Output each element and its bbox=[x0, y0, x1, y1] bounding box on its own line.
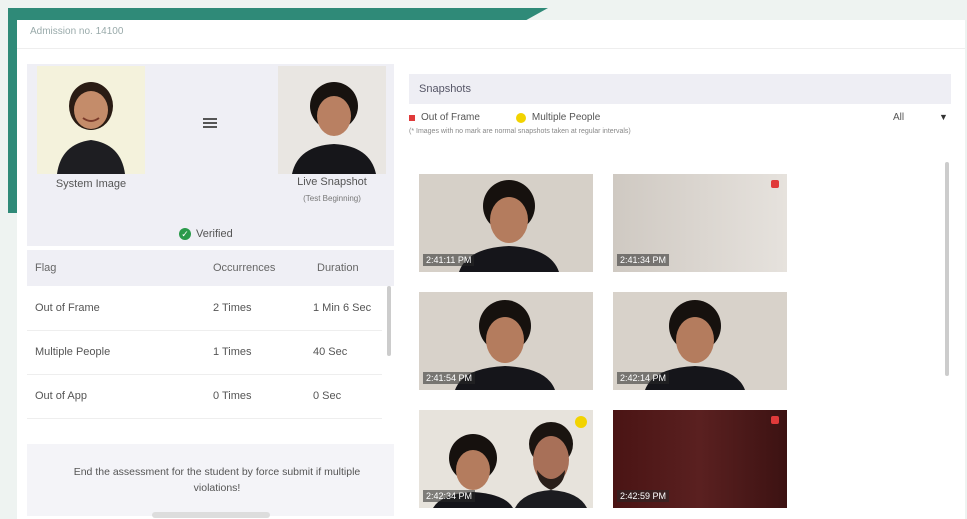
table-row: Out of App 0 Times 0 Sec bbox=[27, 376, 382, 419]
flag-duration: 1 Min 6 Sec bbox=[313, 302, 372, 314]
admission-number: Admission no. 14100 bbox=[30, 26, 124, 37]
flag-name: Out of App bbox=[35, 390, 87, 402]
legend-multiple-people: Multiple People bbox=[531, 112, 601, 123]
legend-out-of-frame: Out of Frame bbox=[421, 112, 480, 123]
snapshot-time: 2:41:54 PM bbox=[423, 372, 476, 384]
snapshots-column: Snapshots Out of Frame Multiple People (… bbox=[409, 72, 954, 516]
flag-name: Multiple People bbox=[35, 346, 111, 358]
snapshot-thumbnail[interactable]: 2:42:14 PM bbox=[613, 292, 787, 390]
flag-occurrences: 2 Times bbox=[213, 302, 252, 314]
snapshot-time: 2:41:11 PM bbox=[423, 254, 475, 266]
snapshots-header: Snapshots bbox=[409, 74, 951, 104]
system-image-label: System Image bbox=[55, 178, 127, 190]
flag-occurrences: 0 Times bbox=[213, 390, 252, 402]
decorative-teal-side bbox=[8, 8, 17, 213]
red-square-icon bbox=[409, 114, 415, 121]
flag-occurrences: 1 Times bbox=[213, 346, 252, 358]
live-snapshot bbox=[278, 66, 386, 174]
snapshot-time: 2:42:59 PM bbox=[617, 490, 670, 502]
live-snapshot-label: Live Snapshot bbox=[297, 176, 367, 188]
snapshots-legend: Out of Frame Multiple People bbox=[409, 112, 600, 123]
verified-label: Verified bbox=[196, 228, 233, 240]
live-snapshot-sublabel: (Test Beginning) bbox=[303, 194, 361, 203]
flag-name: Out of Frame bbox=[35, 302, 100, 314]
snapshot-thumbnail[interactable]: 2:42:34 PM bbox=[419, 410, 593, 508]
snapshot-time: 2:41:34 PM bbox=[617, 254, 670, 266]
menu-icon[interactable] bbox=[203, 116, 217, 130]
snapshots-note: (* Images with no mark are normal snapsh… bbox=[409, 128, 631, 135]
girl-photo bbox=[37, 66, 145, 174]
snapshot-filter-select[interactable]: All bbox=[893, 112, 904, 123]
system-image bbox=[37, 66, 145, 174]
flags-table-header: Flag Occurrences Duration bbox=[27, 250, 394, 286]
yellow-dot-icon bbox=[515, 112, 526, 123]
force-submit-text: End the assessment for the student by fo… bbox=[73, 466, 361, 494]
snapshot-thumbnail[interactable]: 2:42:59 PM bbox=[613, 410, 787, 508]
verified-status: ✓ Verified bbox=[179, 228, 233, 240]
snapshot-time: 2:42:34 PM bbox=[423, 490, 476, 502]
multiple-people-flag-icon bbox=[575, 416, 587, 428]
snapshots-scrollbar[interactable] bbox=[945, 162, 949, 376]
boy-photo bbox=[278, 66, 386, 174]
snapshot-thumbnail[interactable]: 2:41:34 PM bbox=[613, 174, 787, 272]
out-of-frame-flag-icon bbox=[771, 180, 779, 188]
divider bbox=[17, 48, 965, 49]
column-flag: Flag bbox=[35, 262, 57, 274]
column-occurrences: Occurrences bbox=[213, 262, 276, 274]
snapshot-time: 2:42:14 PM bbox=[617, 372, 670, 384]
snapshot-thumbnail[interactable]: 2:41:54 PM bbox=[419, 292, 593, 390]
flag-duration: 0 Sec bbox=[313, 390, 342, 402]
force-submit-box: End the assessment for the student by fo… bbox=[27, 444, 394, 518]
snapshots-title: Snapshots bbox=[419, 83, 471, 95]
caret-down-icon[interactable]: ▼ bbox=[939, 112, 948, 122]
snapshot-thumbnail[interactable]: 2:41:11 PM bbox=[419, 174, 593, 272]
verification-column: System Image Live Snapshot (Test Beginni… bbox=[27, 64, 394, 518]
decorative-teal-bar bbox=[8, 8, 548, 20]
table-scrollbar[interactable] bbox=[387, 286, 391, 356]
verification-card: System Image Live Snapshot (Test Beginni… bbox=[27, 64, 394, 246]
table-row: Out of Frame 2 Times 1 Min 6 Sec bbox=[27, 288, 382, 331]
out-of-frame-flag-icon bbox=[771, 416, 779, 424]
check-circle-icon: ✓ bbox=[179, 228, 191, 240]
table-row-partial bbox=[27, 420, 382, 440]
table-row: Multiple People 1 Times 40 Sec bbox=[27, 332, 382, 375]
flag-duration: 40 Sec bbox=[313, 346, 348, 358]
column-duration: Duration bbox=[317, 262, 359, 274]
force-submit-button[interactable] bbox=[152, 512, 270, 518]
